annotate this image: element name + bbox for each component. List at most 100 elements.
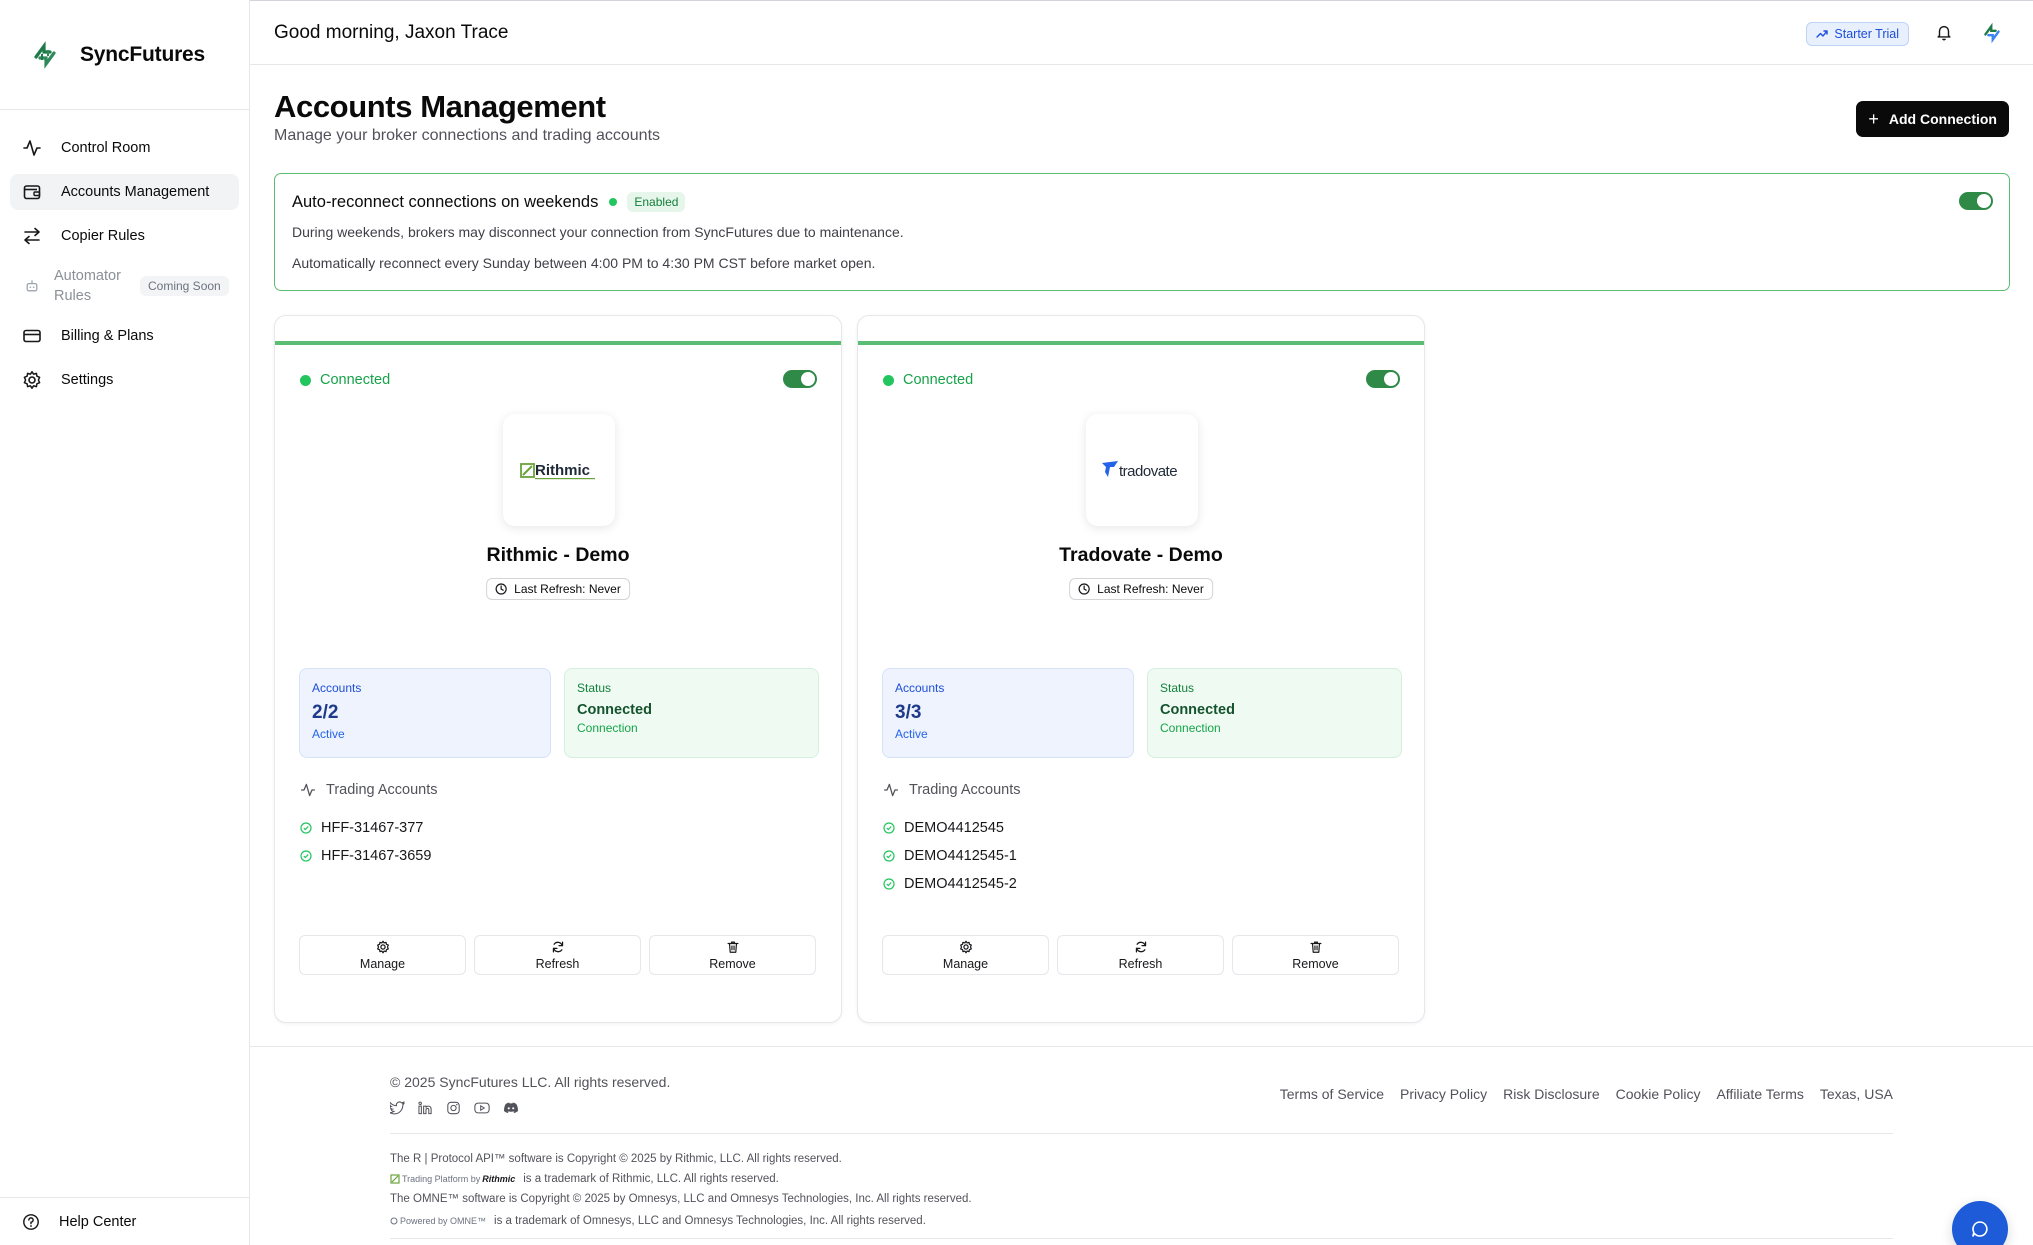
activity-icon	[883, 782, 909, 798]
auto-reconnect-schedule: Automatically reconnect every Sunday bet…	[292, 255, 876, 271]
remove-button[interactable]: Remove	[649, 935, 816, 975]
sidebar: SyncFutures Control Room Accounts Manage…	[0, 0, 250, 1245]
rithmic-mini-icon	[390, 1174, 400, 1184]
user-avatar-logo-icon[interactable]	[1981, 22, 2003, 44]
refresh-icon	[551, 940, 565, 957]
trading-account-item: DEMO4412545-2	[883, 870, 1017, 898]
footer-link-affiliate[interactable]: Affiliate Terms	[1716, 1086, 1803, 1102]
auto-reconnect-title: Auto-reconnect connections on weekends	[292, 192, 599, 211]
accounts-stat-sub: Active	[895, 727, 928, 741]
connection-toggle[interactable]	[1366, 370, 1400, 388]
card-status-bar	[275, 341, 841, 345]
top-bar: Good morning, Jaxon Trace Starter Trial	[250, 0, 2033, 65]
refresh-label: Refresh	[1118, 956, 1163, 971]
legal-omne-trademark: Powered by OMNE™ is a trademark of Omnes…	[390, 1211, 972, 1231]
check-circle-icon	[300, 850, 321, 862]
activity-icon	[22, 138, 42, 158]
legal-notices: The R | Protocol API™ software is Copyri…	[390, 1149, 972, 1231]
add-connection-button[interactable]: + Add Connection	[1856, 101, 2009, 137]
footer-link-risk[interactable]: Risk Disclosure	[1503, 1086, 1599, 1102]
sidebar-item-automator-rules[interactable]: Automator Rules Coming Soon	[10, 262, 239, 310]
trading-account-id: HFF-31467-377	[321, 820, 424, 836]
trading-account-id: DEMO4412545-1	[904, 848, 1017, 864]
connection-toggle[interactable]	[783, 370, 817, 388]
page-header: Accounts Management Manage your broker c…	[274, 89, 660, 145]
refresh-button[interactable]: Refresh	[1057, 935, 1224, 975]
trading-account-id: DEMO4412545-2	[904, 876, 1017, 892]
legal-rithmic-trademark: Trading Platform by Rithmic is a tradema…	[390, 1169, 972, 1189]
activity-icon	[300, 782, 326, 798]
instagram-icon[interactable]	[446, 1101, 461, 1115]
connection-status-label: Connected	[903, 372, 974, 388]
brand[interactable]: SyncFutures	[0, 0, 249, 110]
twitter-icon[interactable]	[390, 1101, 405, 1115]
auto-reconnect-description: During weekends, brokers may disconnect …	[292, 224, 904, 240]
trading-accounts-list: DEMO4412545 DEMO4412545-1 DEMO4412545-2	[883, 814, 1017, 898]
arrows-swap-icon	[22, 226, 42, 246]
connection-status: Connected	[883, 372, 973, 388]
omne-trademark-text: is a trademark of Omnesys, LLC and Omnes…	[494, 1215, 926, 1227]
check-circle-icon	[883, 850, 904, 862]
footer-link-privacy[interactable]: Privacy Policy	[1400, 1086, 1487, 1102]
credit-card-icon	[22, 326, 42, 346]
trading-account-id: DEMO4412545	[904, 820, 1004, 836]
card-actions: Manage Refresh Remove	[882, 935, 1399, 975]
sidebar-item-control-room[interactable]: Control Room	[10, 130, 239, 166]
help-center-link[interactable]: Help Center	[0, 1197, 249, 1245]
accounts-stat-sub: Active	[312, 727, 345, 741]
sidebar-item-label: Copier Rules	[61, 228, 145, 244]
bot-icon	[22, 276, 42, 296]
rithmic-logo: Rithmic	[503, 414, 615, 526]
youtube-icon[interactable]	[474, 1101, 490, 1115]
sidebar-item-label: Settings	[61, 372, 114, 388]
sidebar-item-settings[interactable]: Settings	[10, 362, 239, 398]
status-stat: Status Connected Connection	[564, 668, 819, 758]
powered-by-omne-logo: Powered by OMNE™	[390, 1211, 486, 1231]
footer-link-terms[interactable]: Terms of Service	[1280, 1086, 1384, 1102]
check-circle-icon	[883, 878, 904, 890]
chat-button[interactable]	[1952, 1201, 2008, 1245]
accounts-stat: Accounts 3/3 Active	[882, 668, 1134, 758]
sidebar-item-label: Control Room	[61, 140, 151, 156]
remove-label: Remove	[709, 956, 756, 971]
sidebar-nav: Control Room Accounts Management Copier …	[0, 110, 249, 426]
footer: © 2025 SyncFutures LLC. All rights reser…	[250, 1046, 2033, 1245]
remove-button[interactable]: Remove	[1232, 935, 1399, 975]
auto-reconnect-toggle[interactable]	[1959, 192, 1993, 210]
remove-label: Remove	[1292, 956, 1339, 971]
refresh-button[interactable]: Refresh	[474, 935, 641, 975]
sidebar-item-accounts-management[interactable]: Accounts Management	[10, 174, 239, 210]
sidebar-item-billing[interactable]: Billing & Plans	[10, 318, 239, 354]
status-stat-sub: Connection	[1160, 721, 1221, 735]
trading-accounts-list: HFF-31467-377 HFF-31467-3659	[300, 814, 431, 870]
discord-icon[interactable]	[503, 1101, 519, 1115]
status-stat-label: Status	[1160, 681, 1195, 695]
tradovate-logo-icon: tradovate	[1102, 461, 1178, 480]
trash-icon	[726, 940, 740, 957]
greeting: Good morning, Jaxon Trace	[274, 21, 509, 43]
sidebar-item-copier-rules[interactable]: Copier Rules	[10, 218, 239, 254]
linkedin-icon[interactable]	[418, 1101, 433, 1115]
footer-link-cookie[interactable]: Cookie Policy	[1616, 1086, 1701, 1102]
trading-accounts-label: Trading Accounts	[326, 782, 438, 798]
footer-location: Texas, USA	[1819, 1086, 1893, 1102]
bell-icon[interactable]	[1935, 23, 1953, 41]
coming-soon-badge: Coming Soon	[140, 276, 229, 296]
sidebar-item-label: Billing & Plans	[61, 328, 154, 344]
connection-card-tradovate: Connected tradovate Tradovate - Demo Las…	[857, 315, 1425, 1023]
svg-text:tradovate: tradovate	[1119, 463, 1177, 480]
omne-mini-icon	[390, 1217, 398, 1225]
trash-icon	[1309, 940, 1323, 957]
legal-rithmic-copyright: The R | Protocol API™ software is Copyri…	[390, 1153, 842, 1165]
social-links	[390, 1101, 532, 1115]
manage-button[interactable]: Manage	[299, 935, 466, 975]
plan-badge[interactable]: Starter Trial	[1806, 22, 1909, 46]
manage-button[interactable]: Manage	[882, 935, 1049, 975]
accounts-stat-label: Accounts	[895, 681, 945, 695]
card-actions: Manage Refresh Remove	[299, 935, 816, 975]
copyright: © 2025 SyncFutures LLC. All rights reser…	[390, 1074, 671, 1090]
footer-divider-bottom	[390, 1238, 1893, 1239]
sidebar-item-label: Automator Rules	[54, 268, 121, 304]
legal-omne-copyright: The OMNE™ software is Copyright © 2025 b…	[390, 1193, 972, 1205]
tradovate-logo: tradovate	[1086, 414, 1198, 526]
